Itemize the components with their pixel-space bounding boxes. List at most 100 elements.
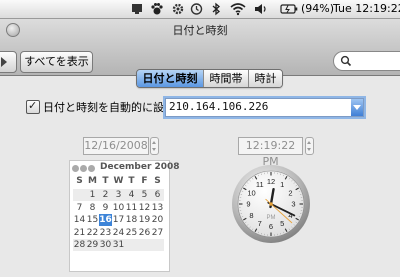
calendar-weekday: F: [141, 176, 148, 186]
calendar-day[interactable]: 27: [151, 227, 164, 239]
calendar-empty-cell: [73, 189, 86, 201]
time-stepper[interactable]: [305, 137, 314, 155]
date-stepper[interactable]: [150, 137, 159, 155]
calendar-day[interactable]: 21: [73, 227, 86, 239]
show-all-button[interactable]: すべてを表示: [20, 51, 93, 73]
tab-time-zone[interactable]: 時間帯: [203, 70, 248, 87]
gear-icon[interactable]: [172, 2, 184, 16]
search-input[interactable]: [333, 51, 400, 71]
calendar-weekday: T: [128, 176, 135, 186]
calendar-day[interactable]: 28: [73, 239, 86, 251]
clock-numeral: 2: [288, 188, 292, 197]
checkmark-icon: ✓: [28, 99, 38, 112]
stepper-up-icon: [152, 141, 156, 144]
calendar-empty-cell: [125, 239, 138, 251]
date-field[interactable]: 12/16/2008: [83, 137, 149, 155]
calendar-day[interactable]: 6: [151, 189, 164, 201]
display-icon[interactable]: [131, 2, 143, 16]
calendar-weekday: T: [102, 176, 109, 186]
auto-set-row: ✓ 日付と時刻を自動的に設定：: [26, 99, 186, 115]
clock-meridiem: PM: [267, 215, 276, 221]
clock-center: [269, 202, 273, 206]
menubar-clock[interactable]: Tue 12:19:22: [333, 2, 400, 16]
time-machine-icon[interactable]: [190, 2, 203, 16]
stepper-down-icon: [152, 148, 156, 151]
calendar-day[interactable]: 7: [73, 202, 86, 214]
calendar-day[interactable]: 30: [99, 239, 112, 251]
back-arrow-icon: [1, 57, 7, 67]
clock-numeral: 3: [291, 200, 295, 209]
calendar-day[interactable]: 23: [99, 227, 112, 239]
calendar-week: 28 29 30 31: [73, 239, 164, 251]
calendar-weekday: W: [113, 176, 124, 186]
calendar-month-label: December 2008: [100, 162, 180, 172]
time-server-value[interactable]: 210.164.106.226: [169, 100, 268, 113]
clock-numeral: 11: [256, 180, 264, 189]
calendar-weekday: S: [76, 176, 83, 186]
wifi-icon[interactable]: [230, 2, 246, 16]
calendar-weekday: M: [88, 176, 97, 186]
next-month-icon[interactable]: [88, 165, 95, 172]
calendar-day[interactable]: 25: [125, 227, 138, 239]
calendar-day[interactable]: 17: [112, 214, 125, 226]
calendar-day[interactable]: 18: [125, 214, 138, 226]
calendar-day[interactable]: 13: [151, 202, 164, 214]
today-icon[interactable]: [80, 165, 87, 172]
time-server-combobox[interactable]: 210.164.106.226: [165, 98, 364, 117]
calendar: December 2008 SMTWTFS 1 2 3 4 5 6 7 8 9 10 11 12 13 1…: [69, 160, 180, 272]
clock-numeral: 10: [247, 188, 255, 197]
calendar-day[interactable]: 2: [99, 189, 112, 201]
tab-date-time[interactable]: 日付と時刻: [137, 70, 203, 87]
calendar-day[interactable]: 16: [99, 214, 112, 226]
calendar-day[interactable]: 11: [125, 202, 138, 214]
time-field[interactable]: 12:19:22 PM: [238, 137, 303, 168]
calendar-day[interactable]: 4: [125, 189, 138, 201]
calendar-day[interactable]: 31: [112, 239, 125, 251]
battery-icon[interactable]: [280, 2, 298, 16]
window-titlebar: 日付と時刻 すべてを表示: [0, 19, 400, 76]
calendar-week: 7 8 9 10 11 12 13: [73, 202, 164, 214]
clock-numeral: 8: [249, 211, 253, 220]
calendar-empty-cell: [151, 239, 164, 251]
clock-numeral: 5: [280, 219, 284, 228]
previous-month-icon[interactable]: [72, 165, 79, 172]
calendar-weekdays: SMTWTFS: [73, 176, 164, 186]
calendar-nav: [72, 163, 96, 174]
analog-clock: 12 1234567891011 PM: [232, 165, 310, 243]
bluetooth-icon[interactable]: [211, 2, 221, 16]
clock-numeral: 12: [267, 177, 275, 186]
combo-dropdown-button[interactable]: [351, 99, 363, 116]
auto-set-checkbox[interactable]: ✓: [26, 99, 40, 114]
paw-icon[interactable]: [150, 2, 164, 16]
calendar-week: 21 22 23 24 25 26 27: [73, 227, 164, 239]
back-button[interactable]: [0, 51, 17, 73]
chevron-down-icon: [353, 105, 361, 110]
calendar-weekday: S: [154, 176, 161, 186]
tab-clock[interactable]: 時計: [248, 70, 282, 87]
calendar-week: 123456: [73, 189, 164, 201]
stepper-down-icon: [307, 148, 311, 151]
calendar-day[interactable]: 8: [86, 202, 99, 214]
clock-numeral: 6: [269, 222, 273, 231]
search-icon: [340, 55, 352, 67]
calendar-day[interactable]: 26: [138, 227, 151, 239]
calendar-grid: 1 2 3 4 5 6 7 8 9 10 11 12 13 14 15 16 17 18 19 20 21 22 23 24 2…: [73, 189, 164, 252]
calendar-day[interactable]: 12: [138, 202, 151, 214]
calendar-day[interactable]: 29: [86, 239, 99, 251]
calendar-day[interactable]: 10: [112, 202, 125, 214]
calendar-day[interactable]: 19: [138, 214, 151, 226]
clock-numeral: 1: [280, 180, 284, 189]
calendar-day[interactable]: 20: [151, 214, 164, 226]
calendar-day[interactable]: 9: [99, 202, 112, 214]
clock-numeral: 7: [258, 219, 262, 228]
calendar-day[interactable]: 22: [86, 227, 99, 239]
window-title: 日付と時刻: [172, 24, 228, 37]
volume-icon[interactable]: [254, 2, 268, 16]
calendar-day[interactable]: 5: [138, 189, 151, 201]
calendar-day[interactable]: 3: [112, 189, 125, 201]
calendar-day[interactable]: 1: [86, 189, 99, 201]
calendar-day[interactable]: 24: [112, 227, 125, 239]
calendar-day[interactable]: 15: [86, 214, 99, 226]
calendar-day[interactable]: 14: [73, 214, 86, 226]
battery-percent[interactable]: (94%): [301, 2, 334, 16]
